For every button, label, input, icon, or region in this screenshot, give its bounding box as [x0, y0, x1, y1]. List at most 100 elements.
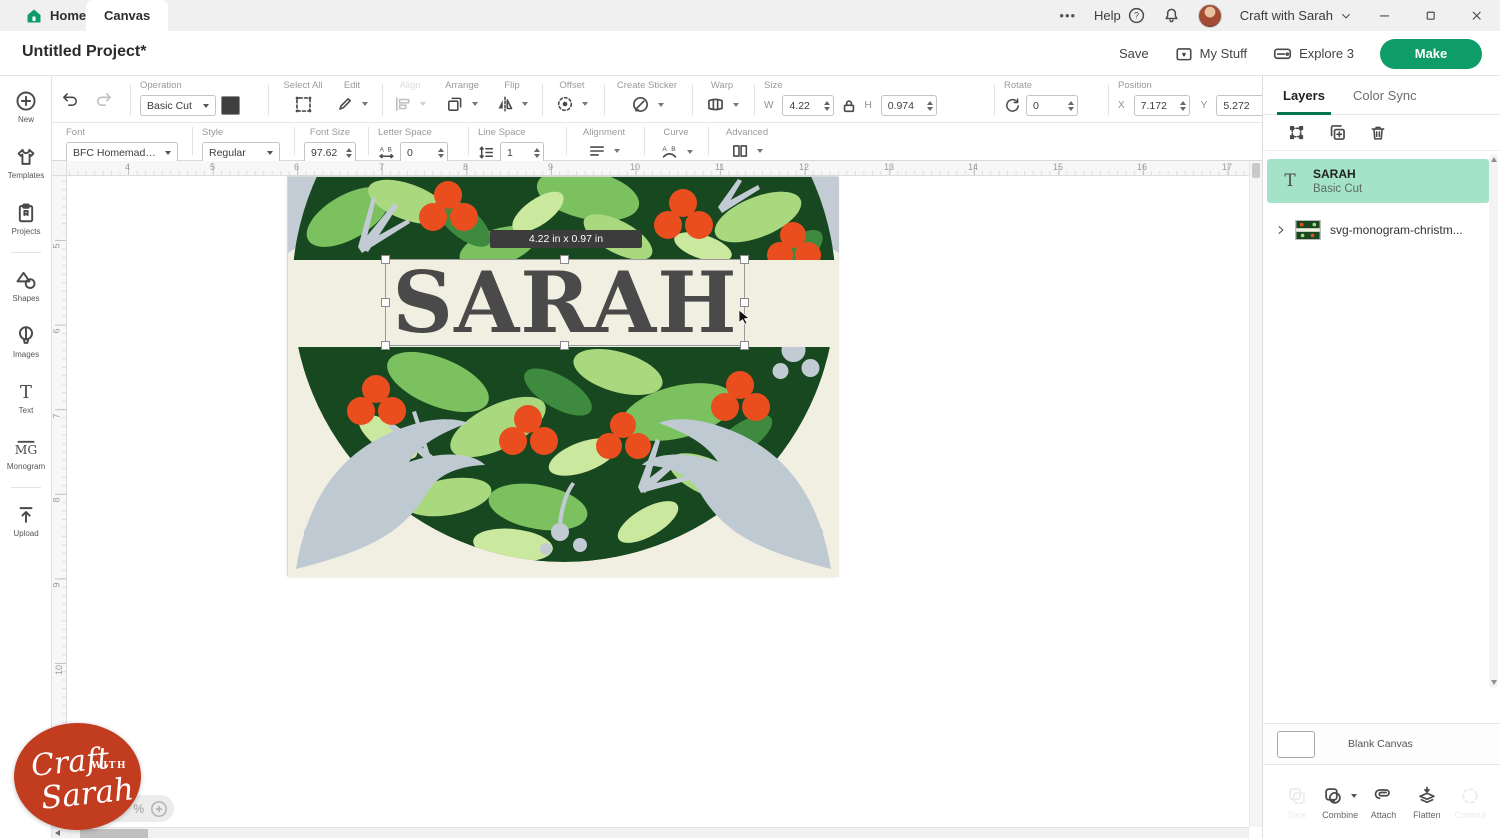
- panel-scrollbar[interactable]: [1489, 154, 1498, 688]
- svg-text:B: B: [388, 146, 392, 153]
- flatten-button[interactable]: Flatten: [1405, 786, 1448, 838]
- ruler-corner: [52, 161, 67, 176]
- style-select[interactable]: Regular: [202, 142, 280, 163]
- alignment-dropdown[interactable]: [588, 142, 620, 160]
- advanced-dropdown[interactable]: [731, 142, 763, 160]
- help-button[interactable]: Help ?: [1094, 7, 1145, 24]
- make-button[interactable]: Make: [1380, 39, 1482, 69]
- selection-handle-s[interactable]: [560, 341, 569, 350]
- sidebar-item-text[interactable]: T Text: [0, 373, 52, 423]
- width-stepper[interactable]: [824, 101, 830, 111]
- attach-button[interactable]: Attach: [1362, 786, 1405, 838]
- selection-handle-sw[interactable]: [381, 341, 390, 350]
- zoom-in-icon[interactable]: [150, 800, 168, 818]
- height-input[interactable]: 0.974: [881, 95, 937, 116]
- attach-paperclip-icon: [1374, 786, 1394, 806]
- avatar[interactable]: [1198, 4, 1222, 28]
- font-size-stepper[interactable]: [346, 148, 352, 158]
- align-dropdown[interactable]: [394, 95, 426, 113]
- bell-icon[interactable]: [1163, 7, 1180, 24]
- scroll-up-icon[interactable]: [1491, 157, 1497, 162]
- selection-box[interactable]: [385, 259, 745, 346]
- selection-handle-ne[interactable]: [740, 255, 749, 264]
- tab-color-sync[interactable]: Color Sync: [1353, 76, 1417, 115]
- canvas-horizontal-scrollbar[interactable]: [52, 827, 1249, 838]
- line-space-value: 1: [507, 147, 513, 159]
- delete-trash-icon[interactable]: [1369, 124, 1387, 142]
- scroll-down-icon[interactable]: [1491, 680, 1497, 685]
- font-size-input[interactable]: 97.62: [304, 142, 356, 163]
- slice-button[interactable]: Slice: [1275, 786, 1318, 838]
- edit-dropdown[interactable]: [336, 95, 368, 113]
- sidebar-item-monogram[interactable]: MG Monogram: [0, 429, 52, 479]
- operation-color-swatch[interactable]: [221, 96, 240, 115]
- sidebar-item-shapes[interactable]: Shapes: [0, 261, 52, 311]
- rotate-icon[interactable]: [1004, 97, 1021, 114]
- select-all-icon[interactable]: [294, 95, 313, 114]
- blank-canvas-swatch[interactable]: [1277, 731, 1315, 758]
- upload-icon: [15, 504, 37, 526]
- layer-row-svg-monogram[interactable]: svg-monogram-christm...: [1267, 213, 1489, 247]
- offset-dropdown[interactable]: [556, 95, 588, 113]
- curve-dropdown[interactable]: A B: [660, 142, 693, 161]
- selection-handle-e[interactable]: [740, 298, 749, 307]
- operation-select[interactable]: Basic Cut: [140, 95, 216, 116]
- position-x-input[interactable]: 7.172: [1134, 95, 1190, 116]
- sidebar-label-monogram: Monogram: [7, 462, 45, 471]
- line-space-stepper[interactable]: [534, 148, 540, 158]
- tab-canvas[interactable]: Canvas: [86, 0, 168, 31]
- vscroll-thumb[interactable]: [1252, 163, 1260, 178]
- canvas-area[interactable]: 45 67 89 1011 1213 1415 1617 56 78 910: [52, 161, 1262, 838]
- explore-button[interactable]: Explore 3: [1273, 44, 1354, 63]
- rotate-stepper[interactable]: [1068, 101, 1074, 111]
- selection-handle-w[interactable]: [381, 298, 390, 307]
- width-axis-label: W: [764, 100, 773, 111]
- warp-dropdown[interactable]: [706, 95, 739, 114]
- my-stuff-button[interactable]: My Stuff: [1175, 45, 1247, 63]
- hscroll-left-arrow-icon[interactable]: [55, 830, 60, 836]
- create-sticker-dropdown[interactable]: [631, 95, 664, 114]
- selection-handle-se[interactable]: [740, 341, 749, 350]
- selection-handle-n[interactable]: [560, 255, 569, 264]
- duplicate-icon[interactable]: [1328, 123, 1347, 142]
- position-x-stepper[interactable]: [1180, 101, 1186, 111]
- account-menu[interactable]: Craft with Sarah: [1240, 8, 1352, 23]
- maximize-button[interactable]: [1416, 0, 1444, 31]
- more-menu-icon[interactable]: •••: [1059, 8, 1076, 23]
- close-button[interactable]: [1462, 0, 1490, 31]
- sidebar-item-new[interactable]: New: [0, 82, 52, 132]
- group-icon[interactable]: [1287, 123, 1306, 142]
- flip-dropdown[interactable]: [496, 95, 528, 113]
- selection-handle-nw[interactable]: [381, 255, 390, 264]
- contour-button[interactable]: Contour: [1449, 786, 1492, 838]
- blank-canvas-row[interactable]: Blank Canvas: [1263, 723, 1500, 765]
- letter-space-input[interactable]: 0: [400, 142, 448, 163]
- expand-chevron-icon[interactable]: [1275, 224, 1287, 236]
- layer-thumbnail: [1295, 220, 1321, 240]
- minimize-button[interactable]: [1370, 0, 1398, 31]
- layer-row-sarah[interactable]: T SARAH Basic Cut: [1267, 159, 1489, 203]
- letter-space-stepper[interactable]: [438, 148, 444, 158]
- sidebar-item-templates[interactable]: Templates: [0, 138, 52, 188]
- tab-layers[interactable]: Layers: [1283, 76, 1325, 115]
- redo-icon[interactable]: [94, 90, 114, 108]
- height-stepper[interactable]: [927, 101, 933, 111]
- line-space-input[interactable]: 1: [500, 142, 544, 163]
- sidebar-item-projects[interactable]: Projects: [0, 194, 52, 244]
- save-button[interactable]: Save: [1119, 46, 1149, 61]
- width-input[interactable]: 4.22: [782, 95, 834, 116]
- font-select[interactable]: BFC Homemade Stencil: [66, 142, 178, 163]
- rotate-input[interactable]: 0: [1026, 95, 1078, 116]
- sidebar-item-images[interactable]: Images: [0, 317, 52, 367]
- alignment-label: Alignment: [576, 127, 632, 138]
- sidebar-item-upload[interactable]: Upload: [0, 496, 52, 546]
- layers-panel: Layers Color Sync T SARAH Basic Cut: [1262, 76, 1500, 838]
- hscroll-thumb[interactable]: [80, 829, 148, 838]
- width-value: 4.22: [789, 100, 809, 112]
- canvas-vertical-scrollbar[interactable]: [1249, 161, 1262, 827]
- layer-name: svg-monogram-christm...: [1330, 223, 1463, 237]
- arrange-dropdown[interactable]: [446, 95, 478, 113]
- lock-aspect-icon[interactable]: [842, 99, 856, 113]
- undo-icon[interactable]: [60, 90, 80, 108]
- combine-button[interactable]: Combine: [1318, 786, 1361, 838]
